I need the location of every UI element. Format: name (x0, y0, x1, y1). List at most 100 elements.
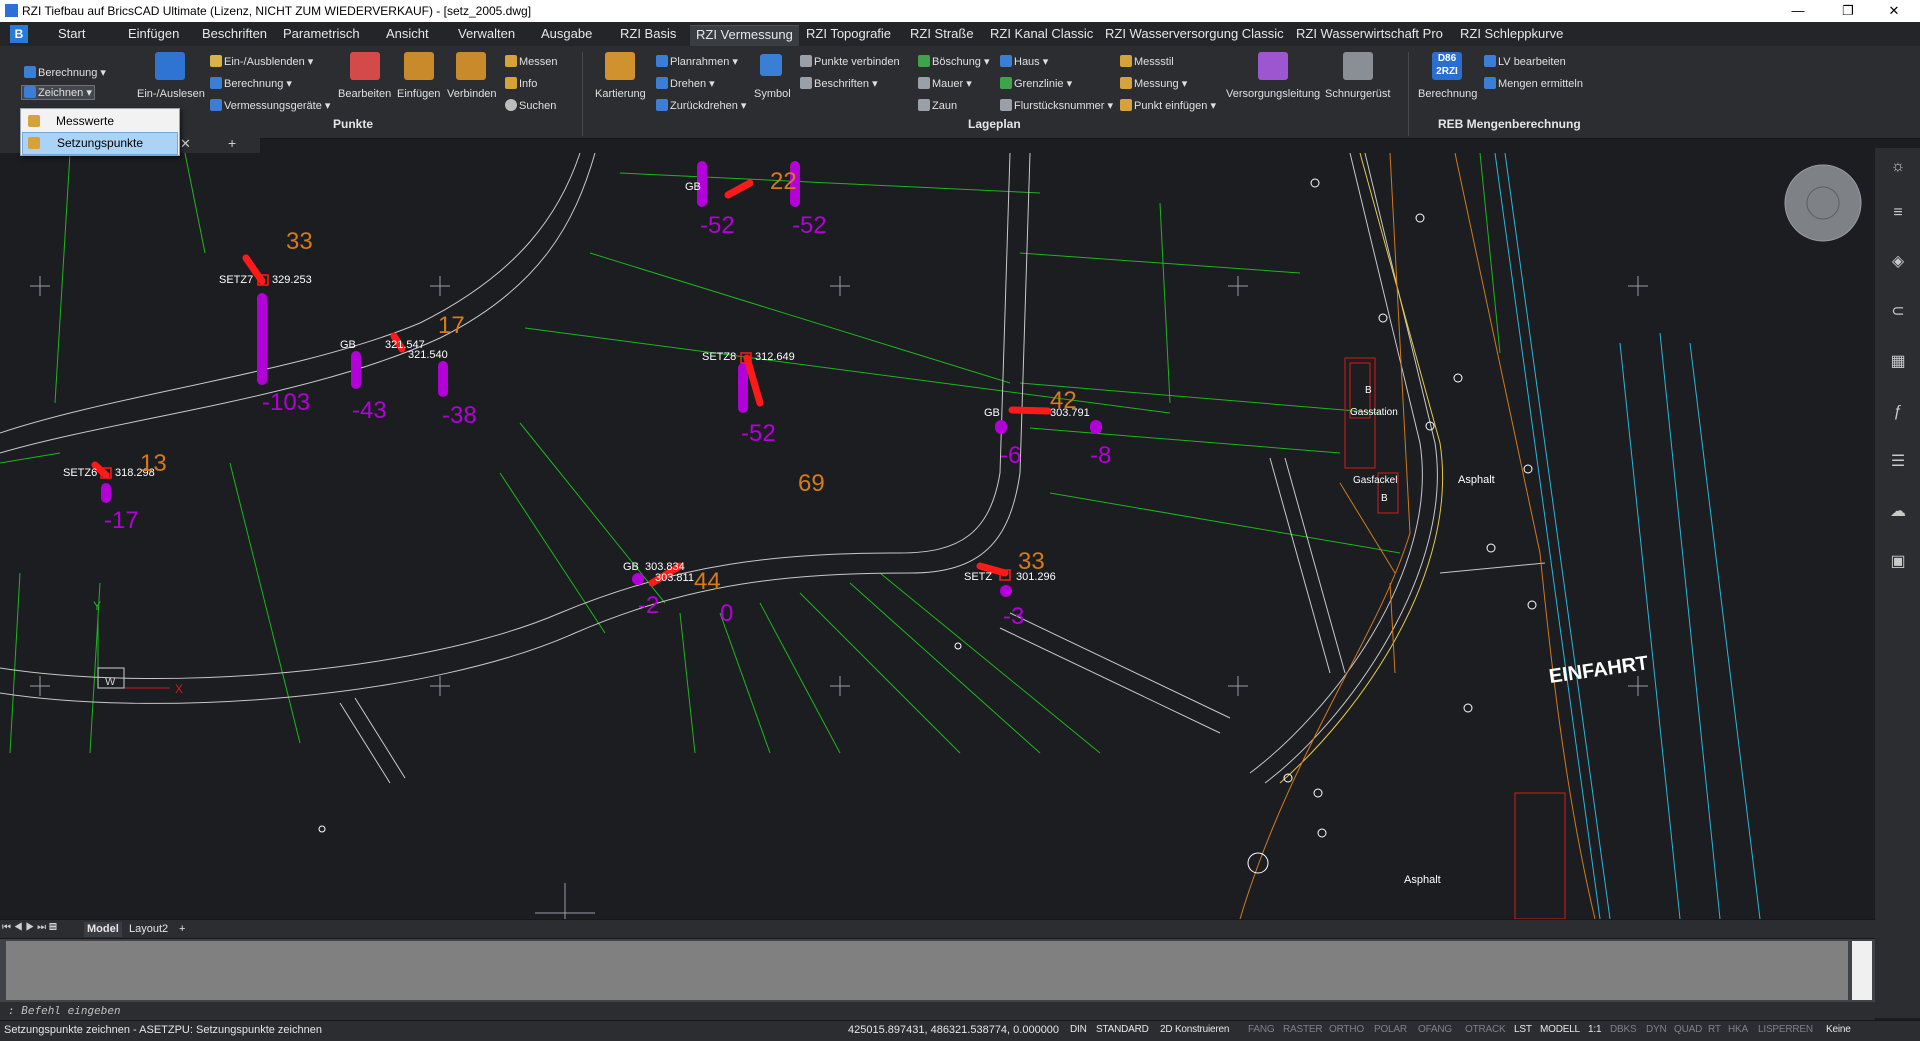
verbinden-label[interactable]: Verbinden (447, 88, 497, 100)
tab-rzi-kanal[interactable]: RZI Kanal Classic (984, 25, 1099, 45)
messen-button[interactable]: Messen (505, 55, 558, 68)
zurueckdrehen-button[interactable]: Zurückdrehen ▾ (656, 99, 746, 112)
close-button[interactable]: ✕ (1872, 0, 1916, 22)
command-line[interactable]: : Befehl eingeben (0, 1002, 1875, 1020)
new-doc-icon[interactable]: + (228, 135, 236, 151)
ein-ausblenden-button[interactable]: Ein-/Ausblenden ▾ (210, 55, 313, 68)
toggle-2d-konstruieren[interactable]: 2D Konstruieren (1160, 1024, 1229, 1035)
kartierung-label[interactable]: Kartierung (595, 88, 646, 100)
maximize-button[interactable]: ❐ (1826, 0, 1870, 22)
tab-einfuegen[interactable]: Einfügen (122, 25, 185, 45)
properties-icon[interactable]: ≡ (1887, 202, 1909, 224)
tab-rzi-basis[interactable]: RZI Basis (614, 25, 682, 45)
toggle-lisperren[interactable]: LISPERREN (1758, 1024, 1813, 1035)
tab-rzi-vermessung[interactable]: RZI Vermessung (690, 25, 799, 46)
punkt-einfuegen-button[interactable]: Punkt einfügen ▾ (1120, 99, 1216, 112)
ein-auslesen-label[interactable]: Ein-/Auslesen (137, 88, 205, 100)
nav-cube[interactable] (1784, 164, 1862, 242)
layers-icon[interactable]: ◈ (1887, 251, 1909, 273)
messstil-button[interactable]: Messstil (1120, 55, 1174, 68)
tab-rzi-wasserwirtschaft[interactable]: RZI Wasserwirtschaft Pro (1290, 25, 1449, 45)
command-scrollbar[interactable] (1852, 941, 1872, 1000)
toggle-keine[interactable]: Keine (1826, 1024, 1851, 1035)
toggle-ortho[interactable]: ORTHO (1329, 1024, 1364, 1035)
tab-rzi-wasserversorgung[interactable]: RZI Wasserversorgung Classic (1099, 25, 1290, 45)
tab-model[interactable]: Model (84, 922, 122, 937)
hatch-icon[interactable]: ▦ (1887, 351, 1909, 373)
berechnung-button[interactable]: Berechnung ▾ (24, 66, 106, 79)
close-doc-icon[interactable]: ✕ (180, 136, 191, 152)
drawing-canvas[interactable]: SETZ7 329.253 SETZ8 312.649 SETZ6 318.29… (0, 153, 1875, 919)
boeschung-button[interactable]: Böschung ▾ (918, 55, 990, 68)
versorgungsleitung-label[interactable]: Versorgungsleitung (1226, 88, 1320, 100)
toggle-hka[interactable]: HKA (1728, 1024, 1748, 1035)
toggle-raster[interactable]: RASTER (1283, 1024, 1323, 1035)
toggle-rt[interactable]: RT (1708, 1024, 1721, 1035)
drehen-button[interactable]: Drehen ▾ (656, 77, 715, 90)
zeichnen-button[interactable]: Zeichnen ▾ (21, 85, 95, 100)
toggle-fang[interactable]: FANG (1248, 1024, 1275, 1035)
toggle-otrack[interactable]: OTRACK (1465, 1024, 1506, 1035)
grid-icon[interactable]: ▣ (1887, 551, 1909, 573)
tab-ausgabe[interactable]: Ausgabe (535, 25, 598, 45)
toggle-scale[interactable]: 1:1 (1588, 1024, 1602, 1035)
reb-berechnung-label[interactable]: Berechnung (1418, 88, 1477, 100)
toggle-dbks[interactable]: DBKS (1610, 1024, 1637, 1035)
suchen-button[interactable]: Suchen (505, 99, 556, 112)
symbol-icon[interactable] (760, 54, 782, 76)
kartierung-icon[interactable] (605, 52, 635, 80)
toggle-polar[interactable]: POLAR (1374, 1024, 1407, 1035)
verbinden-icon[interactable] (456, 52, 486, 80)
tab-verwalten[interactable]: Verwalten (452, 25, 521, 45)
toggle-quad[interactable]: QUAD (1674, 1024, 1702, 1035)
attach-icon[interactable]: ⊂ (1887, 301, 1909, 323)
toggle-din[interactable]: DIN (1070, 1024, 1087, 1035)
lv-bearbeiten-button[interactable]: LV bearbeiten (1484, 55, 1566, 68)
tab-start[interactable]: Start (52, 25, 91, 45)
einfuegen-label[interactable]: Einfügen (397, 88, 440, 100)
einfuegen-icon[interactable] (404, 52, 434, 80)
bearbeiten-icon[interactable] (350, 52, 380, 80)
command-prompt[interactable]: : Befehl eingeben (8, 1004, 121, 1017)
function-icon[interactable]: ƒ (1887, 401, 1909, 423)
menu-item-messwerte[interactable]: Messwerte (22, 111, 178, 132)
messung-button[interactable]: Messung ▾ (1120, 77, 1187, 90)
tab-rzi-topografie[interactable]: RZI Topografie (800, 25, 897, 45)
mengen-ermitteln-button[interactable]: Mengen ermitteln (1484, 77, 1583, 90)
tab-add-layout[interactable]: + (176, 922, 188, 937)
d86-icon[interactable]: D86 2RZI (1432, 52, 1462, 80)
toggle-lst[interactable]: LST (1514, 1024, 1532, 1035)
toggle-modell[interactable]: MODELL (1540, 1024, 1580, 1035)
layout-nav-icons[interactable]: ⏮ ◀ ▶ ⏭ ▤ (2, 922, 57, 933)
haus-button[interactable]: Haus ▾ (1000, 55, 1048, 68)
punkte-verbinden-button[interactable]: Punkte verbinden (800, 55, 900, 68)
lightbulb-icon[interactable]: ☼ (1887, 156, 1909, 178)
schnurgeruest-icon[interactable] (1343, 52, 1373, 80)
beschriften-button[interactable]: Beschriften ▾ (800, 77, 878, 90)
toggle-dyn[interactable]: DYN (1646, 1024, 1667, 1035)
vermessungsgeraete-button[interactable]: Vermessungsgeräte ▾ (210, 99, 330, 112)
grenzlinie-button[interactable]: Grenzlinie ▾ (1000, 77, 1072, 90)
drawing-svg[interactable]: SETZ7 329.253 SETZ8 312.649 SETZ6 318.29… (0, 153, 1875, 919)
tab-parametrisch[interactable]: Parametrisch (277, 25, 366, 45)
flurstuecksnummer-button[interactable]: Flurstücksnummer ▾ (1000, 99, 1113, 112)
menu-item-setzungspunkte[interactable]: Setzungspunkte (22, 132, 178, 155)
zaun-button[interactable]: Zaun (918, 99, 957, 112)
planrahmen-button[interactable]: Planrahmen ▾ (656, 55, 738, 68)
mauer-button[interactable]: Mauer ▾ (918, 77, 972, 90)
symbol-label[interactable]: Symbol (754, 88, 791, 100)
berechnung2-button[interactable]: Berechnung ▾ (210, 77, 292, 90)
schnurgeruest-label[interactable]: Schnurgerüst (1325, 88, 1390, 100)
info-button[interactable]: Info (505, 77, 537, 90)
minimize-button[interactable]: — (1776, 0, 1820, 22)
bearbeiten-label[interactable]: Bearbeiten (338, 88, 391, 100)
versorgungsleitung-icon[interactable] (1258, 52, 1288, 80)
tab-rzi-schleppkurve[interactable]: RZI Schleppkurve (1454, 25, 1569, 45)
ein-auslesen-icon[interactable] (155, 52, 185, 80)
toggle-ofang[interactable]: OFANG (1418, 1024, 1452, 1035)
bricscad-logo-icon[interactable]: B (10, 25, 28, 43)
structure-icon[interactable]: ☰ (1887, 451, 1909, 473)
tab-rzi-strasse[interactable]: RZI Straße (904, 25, 980, 45)
tab-beschriften[interactable]: Beschriften (196, 25, 273, 45)
cloud-icon[interactable]: ☁ (1887, 501, 1909, 523)
